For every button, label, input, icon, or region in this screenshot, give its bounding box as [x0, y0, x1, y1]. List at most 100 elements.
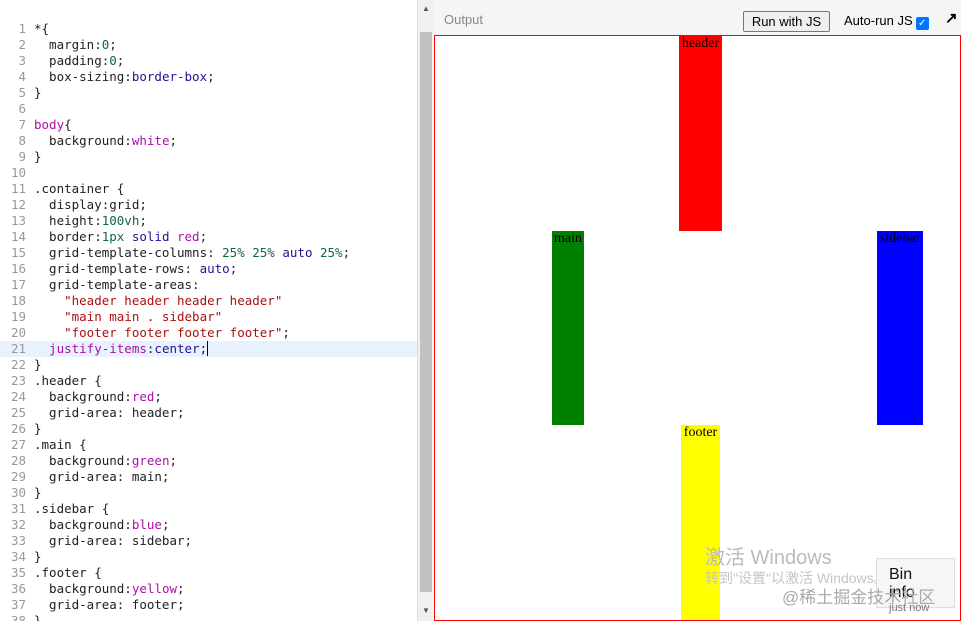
code-token: green — [131, 453, 170, 468]
code-token: ; — [177, 581, 185, 596]
code-line[interactable]: 20 "footer footer footer footer"; — [0, 325, 417, 341]
footer-box: footer — [681, 425, 720, 620]
code-token: grid-template-areas: — [34, 277, 200, 292]
code-token: } — [34, 149, 42, 164]
code-editor[interactable]: 1 *{2 margin:0; 3 padding:0; 4 box-sizing:b… — [0, 0, 417, 621]
code-line[interactable]: 32 background:blue; — [0, 517, 417, 533]
line-number: 28 — [10, 453, 26, 468]
autorun-label: Auto-run JS — [844, 13, 913, 28]
code-token: grid-template-columns: — [34, 245, 223, 260]
line-number: 37 — [10, 597, 26, 612]
code-token: grid-area: main; — [34, 469, 170, 484]
code-line[interactable]: 17 grid-template-areas: — [0, 277, 417, 293]
line-number: 35 — [10, 565, 26, 580]
code-token: grid-template-rows: — [34, 261, 200, 276]
code-token: auto — [199, 261, 230, 276]
code-line[interactable]: 19 "main main . sidebar" — [0, 309, 417, 325]
code-token: } — [34, 549, 42, 564]
code-line[interactable]: 12 display:grid; — [0, 197, 417, 213]
code-token: background: — [34, 389, 132, 404]
line-number: 31 — [10, 501, 26, 516]
line-number: 6 — [18, 101, 26, 116]
code-token: .sidebar { — [34, 501, 110, 516]
code-line[interactable]: 1 *{ — [0, 21, 417, 37]
autorun-toggle[interactable]: Auto-run JS ✓ — [844, 13, 929, 30]
code-line[interactable]: 38} — [0, 613, 417, 621]
code-token: { — [64, 117, 72, 132]
code-token: background: — [34, 453, 132, 468]
code-token: 0 — [109, 53, 117, 68]
code-token: ; — [207, 69, 215, 84]
editor-scrollbar[interactable]: ▲ ▼ — [417, 0, 433, 621]
code-line[interactable]: 15 grid-template-columns: 25% 25% auto 2… — [0, 245, 417, 261]
line-number: 36 — [10, 581, 26, 596]
code-line[interactable]: 33 grid-area: sidebar; — [0, 533, 417, 549]
scroll-down-icon[interactable]: ▼ — [422, 606, 430, 615]
line-number: 21 — [10, 341, 26, 356]
code-token: ; — [109, 37, 117, 52]
line-number: 29 — [10, 469, 26, 484]
code-token: ; — [199, 229, 208, 244]
code-line[interactable]: 14 border:1px solid red; — [0, 229, 417, 245]
code-line[interactable]: 25 grid-area: header; — [0, 405, 417, 421]
code-token: "main main . sidebar" — [34, 309, 223, 324]
code-line[interactable]: 10 — [0, 165, 417, 181]
header-box: header — [679, 36, 722, 231]
code-line[interactable]: 4 box-sizing:border-box; — [0, 69, 417, 85]
code-token: .main { — [34, 437, 87, 452]
line-number: 25 — [10, 405, 26, 420]
code-line[interactable]: 24 background:red; — [0, 389, 417, 405]
code-line[interactable]: 3 padding:0; — [0, 53, 417, 69]
code-line[interactable]: 13 height:100vh; — [0, 213, 417, 229]
code-line[interactable]: 37 grid-area: footer; — [0, 597, 417, 613]
code-line[interactable]: 35 .footer { — [0, 565, 417, 581]
code-line[interactable]: 28 background:green; — [0, 453, 417, 469]
scroll-up-icon[interactable]: ▲ — [422, 4, 430, 13]
output-header: Output Run with JS Auto-run JS ✓ ↗ — [433, 0, 961, 35]
line-number: 34 — [10, 549, 26, 564]
code-line[interactable]: 7 body{ — [0, 117, 417, 133]
code-line[interactable]: 29 grid-area: main; — [0, 469, 417, 485]
code-line[interactable]: 30} — [0, 485, 417, 501]
code-line[interactable]: 34} — [0, 549, 417, 565]
code-token: grid-area: footer; — [34, 597, 185, 612]
code-token: padding: — [34, 53, 110, 68]
code-line[interactable]: 23 .header { — [0, 373, 417, 389]
open-external-icon[interactable]: ↗ — [945, 9, 958, 27]
code-line[interactable]: 27 .main { — [0, 437, 417, 453]
code-line[interactable]: 9} — [0, 149, 417, 165]
code-token: body — [34, 117, 65, 132]
run-with-js-button[interactable]: Run with JS — [743, 11, 830, 32]
code-line[interactable]: 6 — [0, 101, 417, 117]
code-token: height: — [34, 213, 102, 228]
code-token: *{ — [34, 21, 50, 36]
code-line[interactable]: 36 background:yellow; — [0, 581, 417, 597]
line-number: 16 — [10, 261, 26, 276]
activation-watermark-title: 激活 Windows — [705, 547, 832, 569]
code-line[interactable]: 18 "header header header header" — [0, 293, 417, 309]
code-line[interactable]: 31 .sidebar { — [0, 501, 417, 517]
code-token: grid-area: sidebar; — [34, 533, 193, 548]
code-token: justify-items — [34, 341, 147, 356]
code-line[interactable]: 5} — [0, 85, 417, 101]
code-line[interactable]: 21 justify-items:center; — [0, 341, 417, 357]
code-line[interactable]: 26} — [0, 421, 417, 437]
code-token: "footer footer footer footer" — [34, 325, 283, 340]
code-line[interactable]: 8 background:white; — [0, 133, 417, 149]
line-number: 7 — [18, 117, 26, 132]
code-line[interactable]: 22} — [0, 357, 417, 373]
output-label: Output — [444, 12, 484, 27]
scrollbar-thumb[interactable] — [420, 32, 432, 592]
line-number: 4 — [18, 69, 26, 84]
code-token: 25% — [312, 245, 343, 260]
code-line[interactable]: 11 .container { — [0, 181, 417, 197]
autorun-checkbox[interactable]: ✓ — [915, 17, 929, 30]
code-token: .header { — [34, 373, 102, 388]
code-line[interactable]: 16 grid-template-rows: auto; — [0, 261, 417, 277]
code-line[interactable]: 2 margin:0; — [0, 37, 417, 53]
code-token: border: — [34, 229, 102, 244]
line-number: 26 — [10, 421, 26, 436]
line-number: 9 — [18, 149, 26, 164]
line-number: 24 — [10, 389, 26, 404]
code-token: red — [169, 229, 200, 244]
